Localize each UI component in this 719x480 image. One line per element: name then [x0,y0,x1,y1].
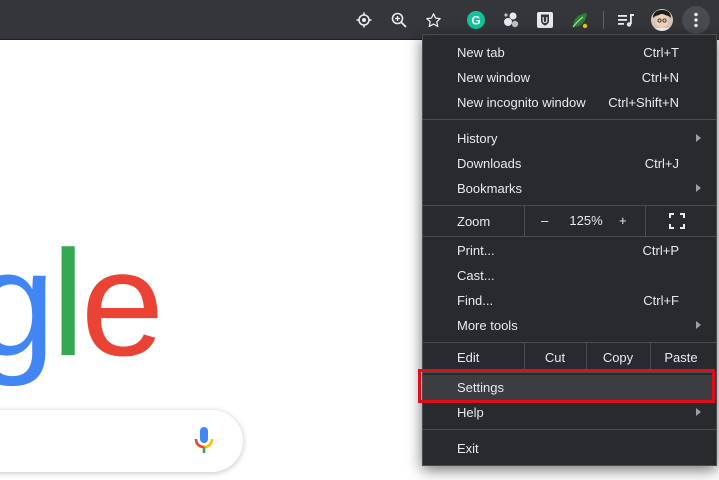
menu-shortcut: Ctrl+J [644,156,679,171]
zoom-divider [524,206,525,236]
grammarly-extension-icon[interactable]: G [462,6,490,34]
menu-label: New window [457,70,530,85]
menu-item-history[interactable]: History [423,126,716,151]
menu-label: Print... [457,243,495,258]
zoom-in-button[interactable]: + [619,213,627,228]
menu-shortcut: Ctrl+N [641,70,679,85]
settings-highlight-box [418,369,715,403]
menu-label: New incognito window [457,95,586,110]
menu-item-new-window[interactable]: New window Ctrl+N [423,65,716,90]
password-manager-extension-icon[interactable]: U [531,6,559,34]
profile-avatar[interactable] [648,6,676,34]
edit-divider [586,342,587,372]
menu-label: Downloads [457,156,522,171]
zoom-icon[interactable] [385,6,413,34]
menu-label: Cast... [457,268,495,283]
paste-button[interactable]: Paste [659,350,703,365]
edit-divider [524,342,525,372]
menu-label: Bookmarks [457,181,523,196]
menu-item-more-tools[interactable]: More tools [423,313,716,338]
menu-item-bookmarks[interactable]: Bookmarks [423,176,716,201]
menu-shortcut: Ctrl+P [642,243,679,258]
fullscreen-icon[interactable] [669,213,685,229]
menu-label: More tools [457,318,518,333]
logo-letter-g: g [0,219,55,387]
menu-row-edit: Edit Cut Copy Paste [423,342,716,372]
menu-separator [423,119,716,120]
edit-divider [650,342,651,372]
logo-letter-l: l [51,219,84,387]
zoom-out-button[interactable]: – [541,213,548,228]
menu-shortcut: Ctrl+Shift+N [608,95,679,110]
menu-label: New tab [457,45,505,60]
zoom-label: Zoom [457,214,491,229]
zoom-level: 125% [569,213,603,228]
edit-label: Edit [457,350,480,365]
menu-label: Find... [457,293,494,308]
more-menu-icon[interactable] [682,6,710,34]
menu-item-new-tab[interactable]: New tab Ctrl+T [423,40,716,65]
grammarly-letter: G [471,14,480,28]
media-queue-icon[interactable] [612,6,640,34]
menu-item-cast[interactable]: Cast... [423,263,716,288]
microphone-icon[interactable] [192,425,216,457]
copy-button[interactable]: Copy [595,350,641,365]
menu-label: Help [457,405,484,420]
submenu-arrow-icon [696,408,701,416]
menu-item-downloads[interactable]: Downloads Ctrl+J [423,151,716,176]
submenu-arrow-icon [696,184,701,192]
menu-row-zoom: Zoom – 125% + [423,206,716,236]
cut-button[interactable]: Cut [533,350,577,365]
leaf-extension-icon[interactable] [566,6,594,34]
menu-label: History [457,131,498,146]
menu-item-find[interactable]: Find... Ctrl+F [423,288,716,313]
puzzle-extension-icon[interactable] [497,6,525,34]
menu-item-exit[interactable]: Exit [423,436,716,461]
bookmark-star-icon[interactable] [419,6,447,34]
location-target-icon[interactable] [350,6,378,34]
menu-item-help[interactable]: Help [423,400,716,425]
zoom-divider [645,206,646,236]
toolbar-separator [603,11,604,29]
search-box[interactable] [0,410,243,472]
menu-separator [423,236,716,237]
menu-separator [423,429,716,430]
google-logo: gle [0,219,164,387]
menu-item-new-incognito-window[interactable]: New incognito window Ctrl+Shift+N [423,90,716,115]
menu-item-print[interactable]: Print... Ctrl+P [423,238,716,263]
menu-shortcut: Ctrl+F [643,293,679,308]
submenu-arrow-icon [696,134,701,142]
submenu-arrow-icon [696,321,701,329]
menu-label: Exit [457,441,479,456]
menu-shortcut: Ctrl+T [643,45,679,60]
bitwarden-letter: U [542,16,548,25]
logo-letter-e: e [80,219,164,387]
